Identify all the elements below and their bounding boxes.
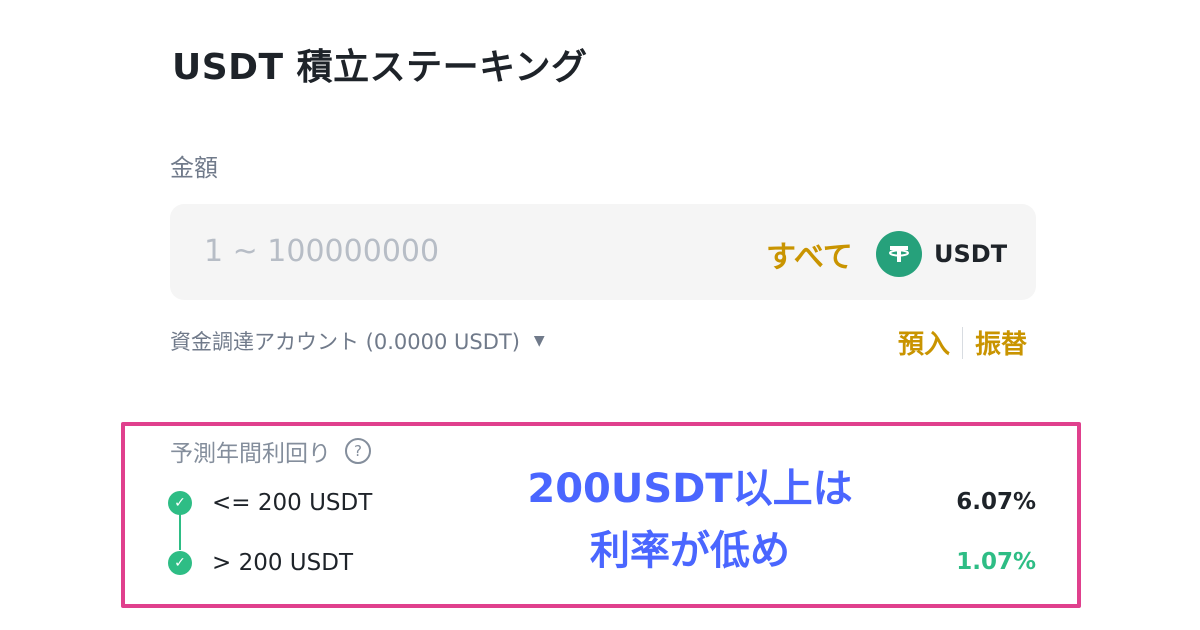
coin-selector: USDT (876, 231, 1007, 277)
tier-rate: 1.07% (956, 549, 1036, 575)
transfer-link[interactable]: 振替 (975, 324, 1027, 361)
caret-down-icon: ▼ (533, 333, 545, 349)
amount-placeholder: 1 ~ 100000000 (204, 234, 440, 269)
tether-icon (876, 231, 922, 277)
page-title: USDT 積立ステーキング (172, 47, 588, 88)
divider (962, 326, 964, 359)
apr-label-row: 予測年間利回り ? (170, 434, 371, 468)
max-button[interactable]: すべて (766, 232, 853, 276)
tier-rate: 6.07% (956, 489, 1036, 515)
apr-label: 予測年間利回り (170, 441, 331, 467)
help-icon[interactable]: ? (345, 438, 371, 464)
tier-row: ✓ > 200 USDT (168, 550, 353, 576)
tier-range: > 200 USDT (212, 550, 353, 576)
amount-input[interactable]: 1 ~ 100000000 すべて USDT (170, 204, 1036, 300)
coin-name: USDT (934, 240, 1008, 268)
check-icon: ✓ (168, 551, 192, 575)
annotation-callout: 200USDT以上は 利率が低め (500, 458, 880, 582)
tier-range: <= 200 USDT (212, 490, 373, 516)
tier-row: ✓ <= 200 USDT (168, 490, 372, 516)
account-actions: 預入 振替 (898, 324, 1027, 361)
tier-connector-line (179, 514, 181, 550)
amount-label: 金額 (170, 154, 218, 182)
funding-account-label: 資金調達アカウント (0.0000 USDT) (170, 330, 520, 354)
deposit-link[interactable]: 預入 (898, 324, 950, 361)
funding-account-selector[interactable]: 資金調達アカウント (0.0000 USDT) ▼ (170, 326, 545, 356)
annotation-line-1: 200USDT以上は (525, 464, 855, 515)
check-icon: ✓ (168, 491, 192, 515)
annotation-line-2: 利率が低め (588, 526, 793, 577)
